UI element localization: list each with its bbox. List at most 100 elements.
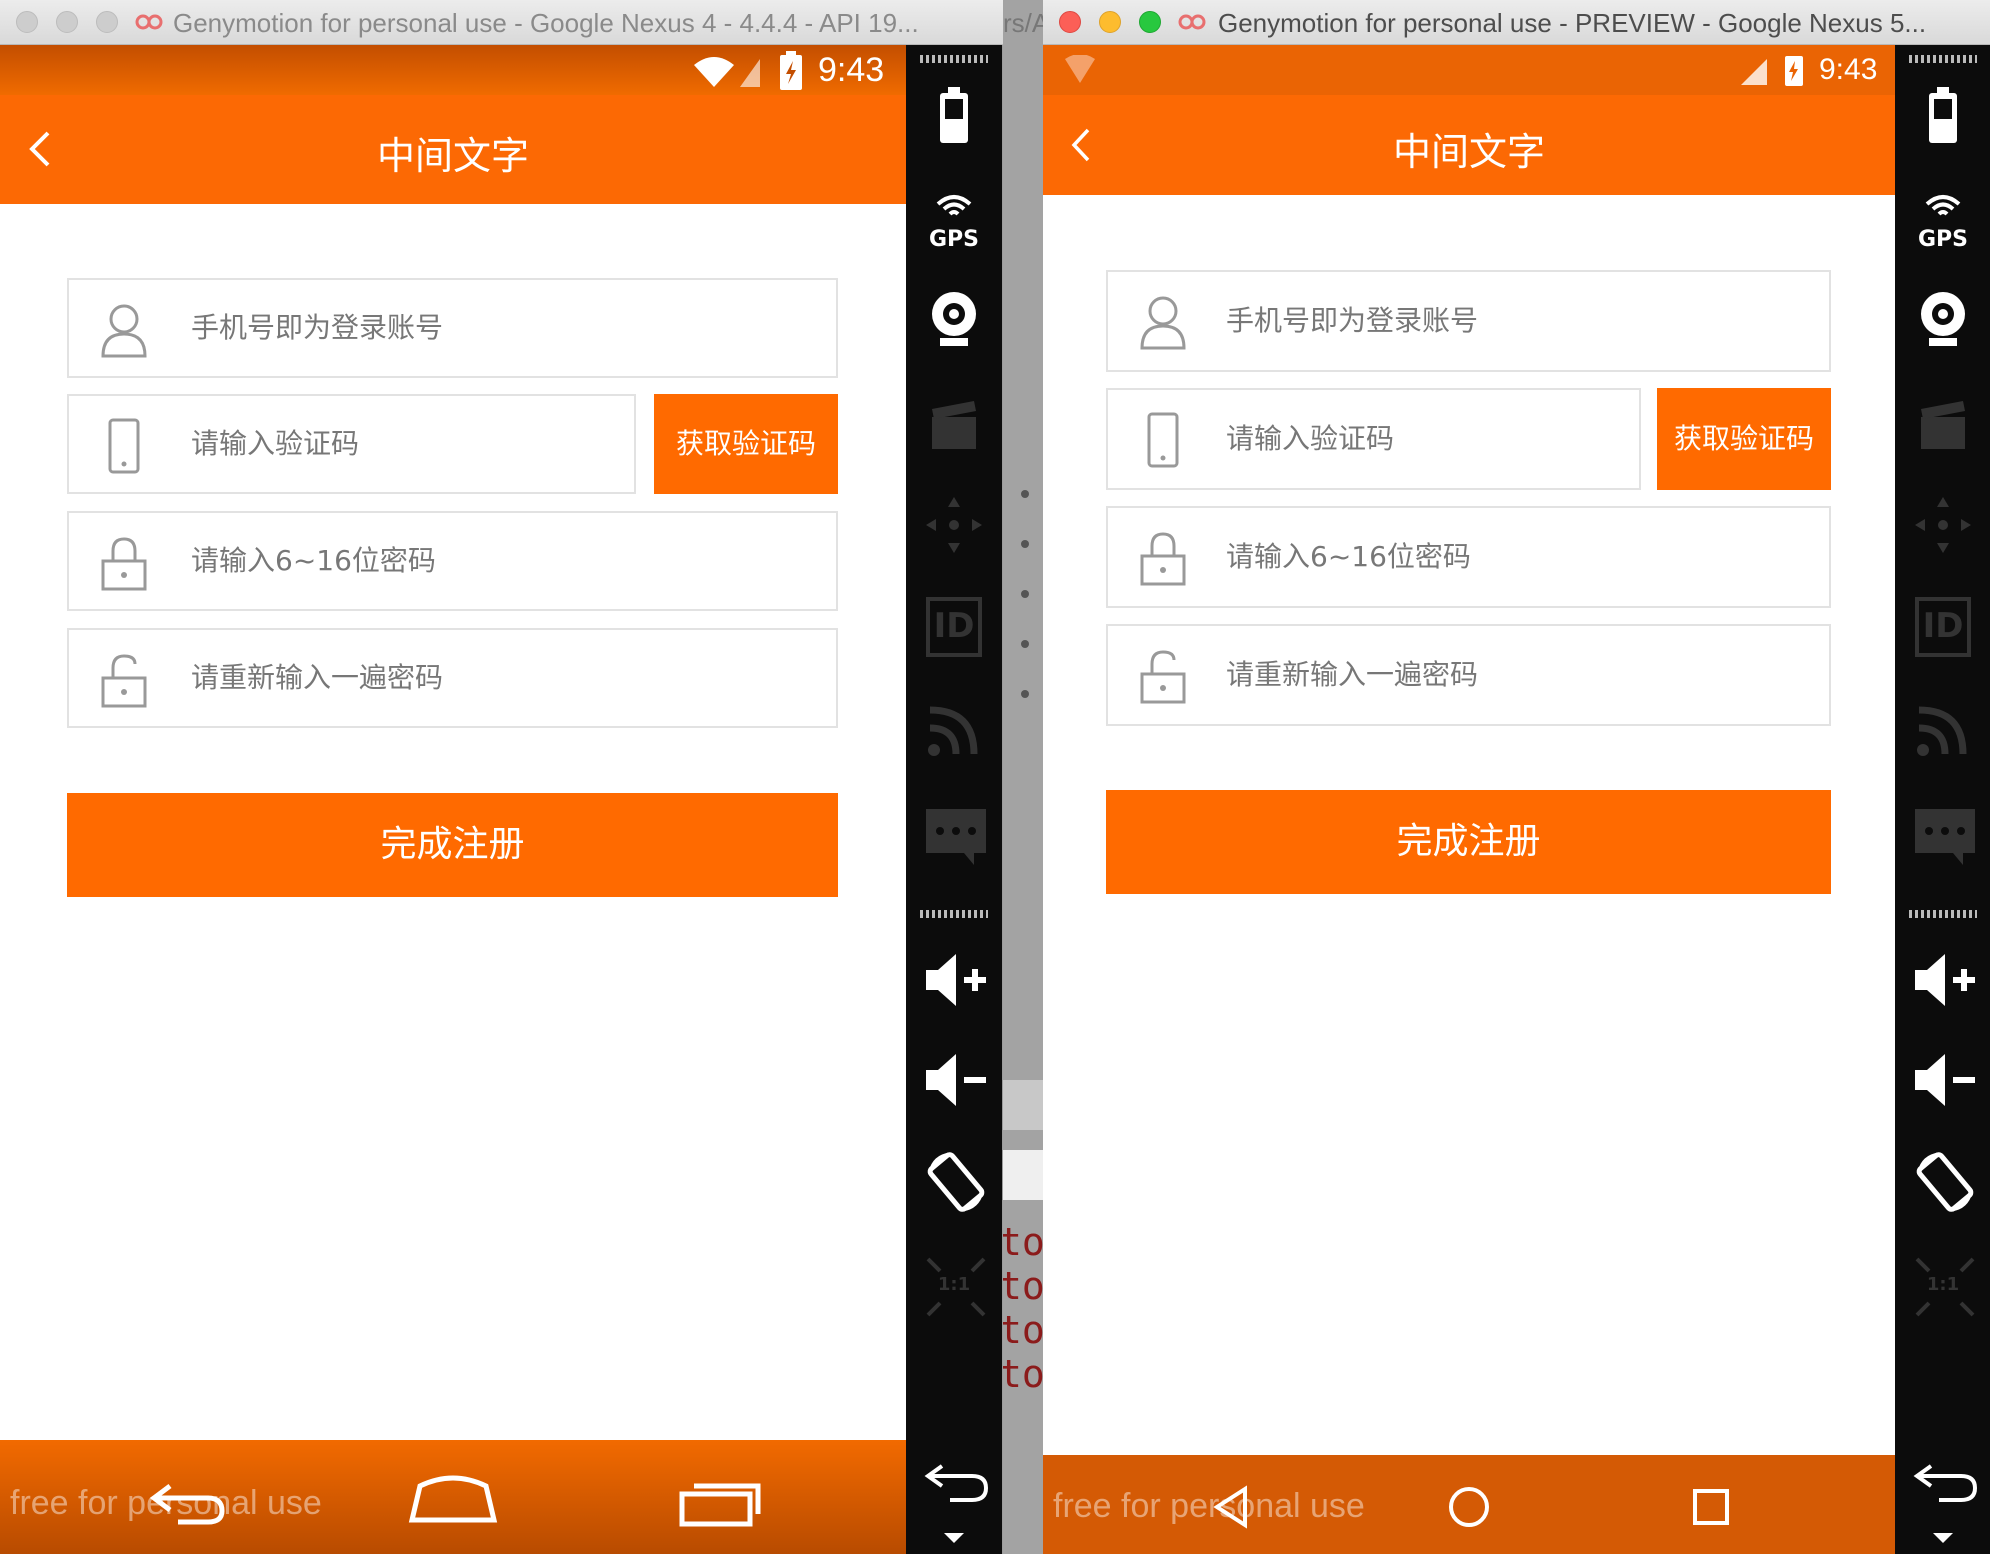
password-field[interactable]: 请输入6~16位密码	[67, 511, 838, 611]
verification-code-placeholder: 请输入验证码	[1226, 422, 1395, 455]
rotate-screen-button[interactable]	[906, 1145, 1002, 1215]
device-id-widget-button[interactable]: ID	[1895, 590, 1990, 660]
confirm-password-field[interactable]: 请重新输入一遍密码	[1106, 624, 1831, 726]
confirm-password-field[interactable]: 请重新输入一遍密码	[67, 628, 838, 728]
webcam-widget-button[interactable]	[906, 285, 1002, 355]
close-window-button[interactable]	[1059, 11, 1081, 33]
get-code-button[interactable]: 获取验证码	[654, 394, 838, 494]
back-icon	[924, 1464, 989, 1502]
code-line: tol	[1003, 1220, 1043, 1264]
genymotion-sidebar: GPS ID 1:1	[1895, 45, 1990, 1554]
message-icon	[926, 809, 986, 865]
nav-recents-icon[interactable]	[678, 1476, 764, 1528]
sidebar-grip	[920, 910, 988, 918]
gps-widget-button[interactable]: GPS	[906, 185, 1002, 255]
bg-search-field	[1003, 1150, 1043, 1200]
nav-home-icon[interactable]	[1447, 1485, 1491, 1529]
battery-widget-button[interactable]	[906, 80, 1002, 150]
scale-label: 1:1	[937, 1274, 971, 1295]
phone-number-placeholder: 手机号即为登录账号	[1226, 304, 1479, 337]
sidebar-back-button[interactable]	[1895, 1455, 1990, 1525]
webcam-icon	[932, 292, 976, 346]
sidebar-grip	[1909, 55, 1977, 63]
window-title: Genymotion for personal use - Google Nex…	[173, 8, 919, 38]
nav-recents-icon[interactable]	[1691, 1487, 1731, 1527]
device-screen: 9:43 中间文字 手机号即为登录账号 请输入验证码 获取验证码 请输入6~16…	[0, 45, 906, 1554]
nav-back-icon[interactable]	[148, 1478, 228, 1526]
pixel-perfect-button[interactable]: 1:1	[906, 1250, 1002, 1320]
bg-dot	[1021, 490, 1029, 498]
genymotion-logo-icon	[135, 14, 163, 30]
verification-code-placeholder: 请输入验证码	[191, 427, 360, 460]
zoom-window-button[interactable]	[1139, 11, 1161, 33]
verification-code-field[interactable]: 请输入验证码	[67, 394, 636, 494]
get-code-button[interactable]: 获取验证码	[1657, 388, 1831, 490]
network-widget-button[interactable]	[906, 695, 1002, 765]
close-window-button[interactable]	[16, 11, 38, 33]
window-title: Genymotion for personal use - PREVIEW - …	[1218, 8, 1927, 38]
nav-back-icon[interactable]	[1211, 1485, 1251, 1529]
gps-widget-button[interactable]: GPS	[1895, 185, 1990, 255]
device-id-widget-button[interactable]: ID	[906, 590, 1002, 660]
screencast-widget-button[interactable]	[1895, 390, 1990, 460]
back-icon	[1913, 1464, 1978, 1502]
submit-register-button[interactable]: 完成注册	[67, 793, 838, 897]
password-field[interactable]: 请输入6~16位密码	[1106, 506, 1831, 608]
android-statusbar: 9:43	[1043, 45, 1895, 95]
battery-widget-button[interactable]	[1895, 80, 1990, 150]
android-navbar: free for personal use	[0, 1440, 906, 1554]
volume-down-button[interactable]	[906, 1045, 1002, 1115]
background-title-fragment: rs/A	[1003, 8, 1043, 38]
pixel-perfect-button[interactable]: 1:1	[1895, 1250, 1990, 1320]
phone-number-placeholder: 手机号即为登录账号	[191, 311, 444, 344]
user-icon	[1140, 296, 1186, 350]
page-title: 中间文字	[376, 134, 529, 178]
window-titlebar[interactable]: Genymotion for personal use - Google Nex…	[0, 0, 1003, 45]
chevron-down-icon[interactable]	[944, 1533, 964, 1545]
bg-dot	[1021, 590, 1029, 598]
cell-signal-icon	[1741, 59, 1767, 85]
message-icon	[1915, 809, 1975, 865]
remote-control-widget-button[interactable]	[1895, 490, 1990, 560]
volume-down-icon	[1915, 1054, 1975, 1106]
rss-signal-icon	[928, 706, 978, 756]
chevron-down-icon[interactable]	[1933, 1533, 1953, 1545]
sms-widget-button[interactable]	[906, 800, 1002, 870]
volume-down-button[interactable]	[1895, 1045, 1990, 1115]
submit-register-button[interactable]: 完成注册	[1106, 790, 1831, 894]
volume-up-button[interactable]	[1895, 945, 1990, 1015]
genymotion-sidebar: GPS ID 1:1	[906, 45, 1002, 1554]
password-placeholder: 请输入6~16位密码	[1226, 540, 1471, 573]
wifi-unknown-icon	[1065, 55, 1095, 83]
code-line: tol	[1003, 1352, 1043, 1396]
mobile-phone-icon	[108, 418, 140, 474]
webcam-widget-button[interactable]	[1895, 285, 1990, 355]
phone-number-field[interactable]: 手机号即为登录账号	[1106, 270, 1831, 372]
minimize-window-button[interactable]	[56, 11, 78, 33]
lock-icon	[1140, 532, 1186, 586]
sidebar-back-button[interactable]	[906, 1455, 1002, 1525]
emulator-window-nexus4: Genymotion for personal use - Google Nex…	[0, 0, 1003, 1554]
app-actionbar: 中间文字	[1043, 95, 1895, 195]
minimize-window-button[interactable]	[1099, 11, 1121, 33]
rotate-screen-button[interactable]	[1895, 1145, 1990, 1215]
remote-control-widget-button[interactable]	[906, 490, 1002, 560]
webcam-icon	[1921, 292, 1965, 346]
phone-number-field[interactable]: 手机号即为登录账号	[67, 278, 838, 378]
emulator-window-nexus5: Genymotion for personal use - PREVIEW - …	[1043, 0, 1990, 1554]
genymotion-logo-icon	[1178, 14, 1206, 30]
volume-up-button[interactable]	[906, 945, 1002, 1015]
window-titlebar[interactable]: Genymotion for personal use - PREVIEW - …	[1043, 0, 1990, 45]
id-label: ID	[933, 606, 975, 646]
battery-icon	[940, 87, 968, 143]
verification-code-field[interactable]: 请输入验证码	[1106, 388, 1641, 490]
nav-home-icon[interactable]	[408, 1474, 498, 1526]
zoom-window-button[interactable]	[96, 11, 118, 33]
sms-widget-button[interactable]	[1895, 800, 1990, 870]
code-line: tol	[1003, 1264, 1043, 1308]
screencast-widget-button[interactable]	[906, 390, 1002, 460]
gps-icon	[1925, 195, 1961, 216]
mobile-phone-icon	[1147, 412, 1179, 468]
bg-dot	[1021, 690, 1029, 698]
network-widget-button[interactable]	[1895, 695, 1990, 765]
